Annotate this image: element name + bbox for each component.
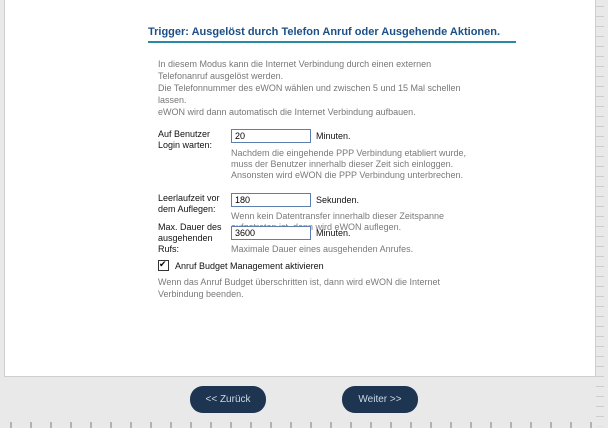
max-duration-unit: Minuten.	[316, 228, 351, 238]
next-button[interactable]: Weiter >>	[342, 386, 418, 413]
login-wait-unit: Minuten.	[316, 131, 351, 141]
login-wait-help: Nachdem die eingehende PPP Verbindung et…	[231, 148, 466, 180]
intro-text: In diesem Modus kann die Internet Verbin…	[158, 58, 524, 118]
budget-checkbox-label: Anruf Budget Management aktivieren	[175, 261, 324, 271]
intro-line: lassen.	[158, 95, 187, 105]
login-wait-label: Auf Benutzer Login warten:	[158, 129, 213, 150]
torn-bottom-decoration	[0, 422, 608, 428]
check-icon: ✔	[159, 259, 167, 270]
page-title: Trigger: Ausgelöst durch Telefon Anruf o…	[148, 26, 516, 43]
idle-time-input[interactable]	[231, 193, 311, 207]
torn-edge-decoration	[596, 0, 604, 428]
max-duration-input[interactable]	[231, 226, 311, 240]
back-button[interactable]: << Zurück	[190, 386, 266, 413]
wizard-panel	[4, 0, 596, 377]
max-duration-help: Maximale Dauer eines ausgehenden Anrufes…	[231, 244, 414, 254]
max-duration-label: Max. Dauer des ausgehenden Rufs:	[158, 222, 222, 254]
idle-time-unit: Sekunden.	[316, 195, 360, 205]
budget-checkbox-row[interactable]: ✔ Anruf Budget Management aktivieren	[158, 259, 324, 272]
budget-checkbox[interactable]: ✔	[158, 259, 169, 272]
budget-help: Wenn das Anruf Budget überschritten ist,…	[158, 277, 440, 299]
idle-time-label: Leerlaufzeit vor dem Auflegen:	[158, 193, 220, 214]
intro-line: eWON wird dann automatisch die Internet …	[158, 107, 416, 117]
intro-line: In diesem Modus kann die Internet Verbin…	[158, 59, 432, 69]
login-wait-input[interactable]	[231, 129, 311, 143]
intro-line: Telefonanruf ausgelöst werden.	[158, 71, 284, 81]
intro-line: Die Telefonnummer des eWON wählen und zw…	[158, 83, 461, 93]
